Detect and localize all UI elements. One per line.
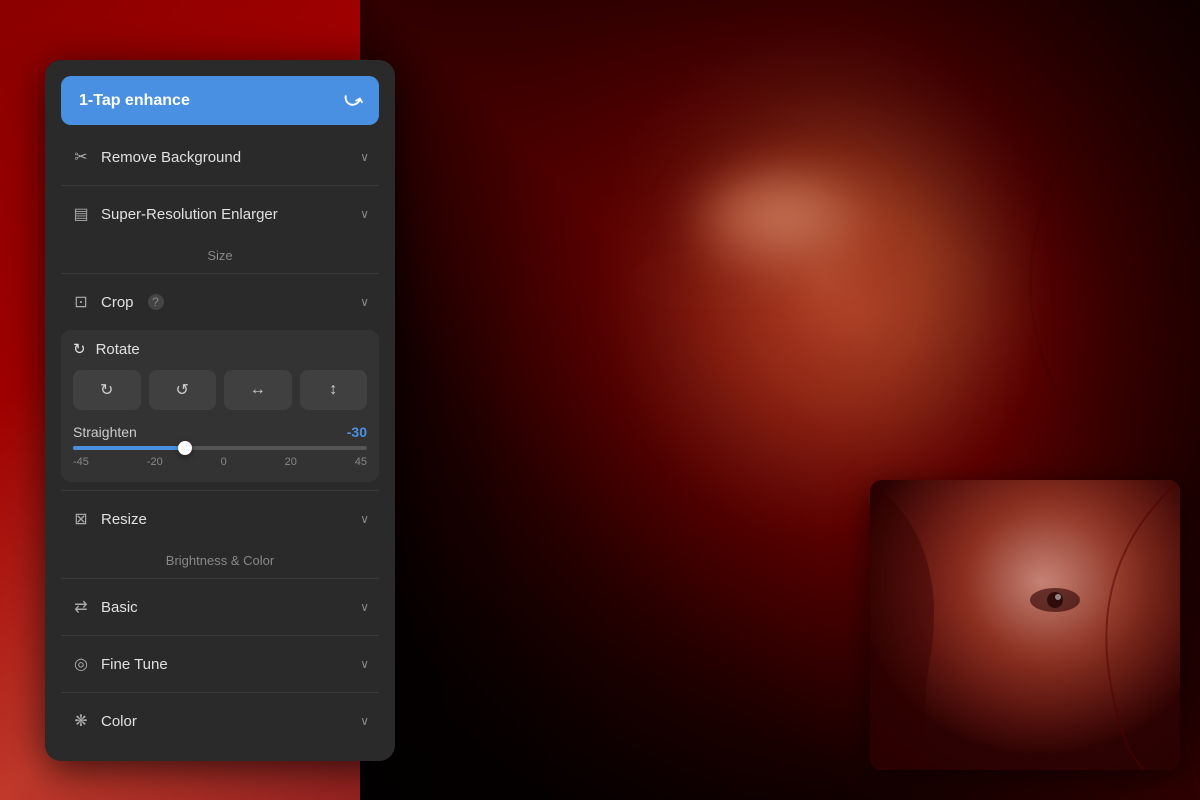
- super-resolution-chevron: ∨: [360, 207, 369, 221]
- slider-label-20: 20: [285, 456, 297, 468]
- basic-icon: ⇄: [71, 597, 91, 617]
- straighten-value: -30: [347, 424, 367, 440]
- remove-background-chevron: ∨: [360, 150, 369, 164]
- color-item[interactable]: ❋ Color ∨: [61, 697, 379, 745]
- divider-2: [61, 273, 379, 274]
- fine-tune-left: ◎ Fine Tune: [71, 654, 168, 674]
- rotate-controls: ↻ ↺ ↔ ↕: [73, 370, 367, 410]
- resize-label: Resize: [101, 511, 147, 528]
- divider-3: [61, 490, 379, 491]
- slider-label-min: -45: [73, 456, 89, 468]
- straighten-row: Straighten -30: [73, 424, 367, 440]
- crop-icon: ⊡: [71, 292, 91, 312]
- divider-4: [61, 578, 379, 579]
- remove-background-item[interactable]: ✂ Remove Background ∨: [61, 133, 379, 181]
- photo-highlight: [679, 160, 879, 280]
- super-resolution-label: Super-Resolution Enlarger: [101, 206, 278, 223]
- remove-background-label: Remove Background: [101, 149, 241, 166]
- color-icon: ❋: [71, 711, 91, 731]
- slider-thumb[interactable]: [178, 441, 192, 455]
- rotate-icon: ↻: [73, 340, 86, 358]
- divider-6: [61, 692, 379, 693]
- rotate-cw-button[interactable]: ↻: [73, 370, 141, 410]
- basic-left: ⇄ Basic: [71, 597, 138, 617]
- image-icon: ▤: [71, 204, 91, 224]
- basic-chevron: ∨: [360, 600, 369, 614]
- rotate-label: Rotate: [96, 341, 140, 358]
- flip-horizontal-button[interactable]: ↔: [224, 370, 292, 410]
- slider-label-0: 0: [221, 456, 227, 468]
- size-section-label: Size: [61, 238, 379, 269]
- tap-enhance-button[interactable]: 1-Tap enhance ⤿: [61, 76, 379, 125]
- super-resolution-item[interactable]: ▤ Super-Resolution Enlarger ∨: [61, 190, 379, 238]
- color-label: Color: [101, 713, 137, 730]
- slider-labels: -45 -20 0 20 45: [73, 456, 367, 468]
- fine-tune-item[interactable]: ◎ Fine Tune ∨: [61, 640, 379, 688]
- fine-tune-chevron: ∨: [360, 657, 369, 671]
- crop-label: Crop: [101, 294, 134, 311]
- tap-enhance-label: 1-Tap enhance: [79, 92, 190, 110]
- remove-background-left: ✂ Remove Background: [71, 147, 241, 167]
- super-resolution-left: ▤ Super-Resolution Enlarger: [71, 204, 278, 224]
- divider-1: [61, 185, 379, 186]
- fine-tune-icon: ◎: [71, 654, 91, 674]
- straighten-label: Straighten: [73, 424, 137, 440]
- slider-label-max: 45: [355, 456, 367, 468]
- sidebar-panel: 1-Tap enhance ⤿ ✂ Remove Background ∨ ▤ …: [45, 60, 395, 761]
- magic-wand-icon: ⤿: [342, 88, 365, 114]
- resize-item[interactable]: ⊠ Resize ∨: [61, 495, 379, 543]
- crop-help-icon[interactable]: ?: [148, 294, 164, 310]
- straighten-slider-container[interactable]: -45 -20 0 20 45: [73, 446, 367, 468]
- rotate-section: ↻ Rotate ↻ ↺ ↔ ↕ Straighten -30 -45 -20 …: [61, 330, 379, 482]
- color-left: ❋ Color: [71, 711, 137, 731]
- crop-left: ⊡ Crop ?: [71, 292, 164, 312]
- resize-left: ⊠ Resize: [71, 509, 147, 529]
- fine-tune-label: Fine Tune: [101, 656, 168, 673]
- brightness-section-label: Brightness & Color: [61, 543, 379, 574]
- scissors-icon: ✂: [71, 147, 91, 167]
- thumbnail-preview: [870, 480, 1180, 770]
- crop-item[interactable]: ⊡ Crop ? ∨: [61, 278, 379, 326]
- resize-icon: ⊠: [71, 509, 91, 529]
- divider-5: [61, 635, 379, 636]
- resize-chevron: ∨: [360, 512, 369, 526]
- thumbnail-overlay: [870, 480, 1180, 770]
- slider-fill: [73, 446, 185, 450]
- slider-track: [73, 446, 367, 450]
- flip-vertical-button[interactable]: ↕: [300, 370, 368, 410]
- slider-label-n20: -20: [147, 456, 163, 468]
- rotate-header: ↻ Rotate: [73, 340, 367, 358]
- crop-chevron: ∨: [360, 295, 369, 309]
- basic-item[interactable]: ⇄ Basic ∨: [61, 583, 379, 631]
- color-chevron: ∨: [360, 714, 369, 728]
- basic-label: Basic: [101, 599, 138, 616]
- rotate-ccw-button[interactable]: ↺: [149, 370, 217, 410]
